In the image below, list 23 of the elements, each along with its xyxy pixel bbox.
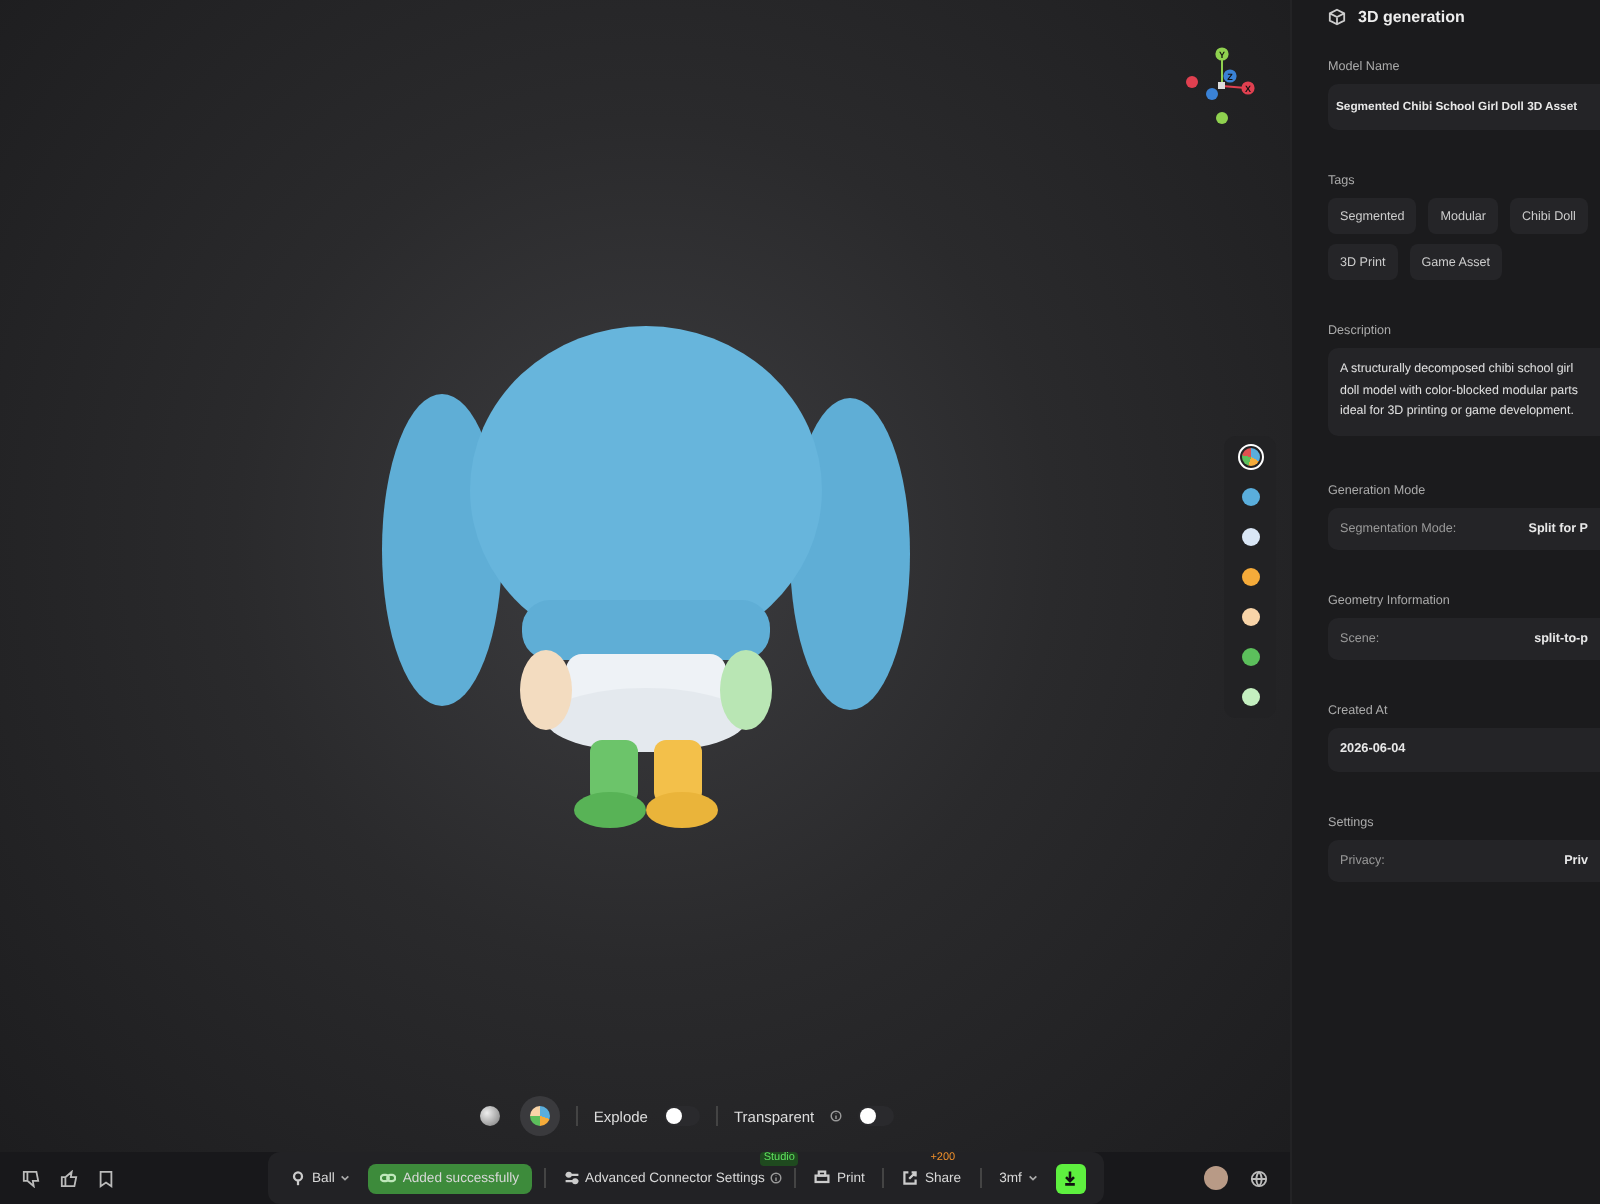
- color-swatch[interactable]: [1241, 688, 1259, 706]
- avatar-circle[interactable]: [1204, 1166, 1228, 1190]
- panel-title: 3D generation: [1358, 7, 1465, 25]
- share-icon: [902, 1170, 919, 1186]
- caret-icon: [340, 1174, 351, 1182]
- cube-icon: [1328, 7, 1346, 25]
- color-swatch[interactable]: [1241, 648, 1259, 666]
- sliders-icon: [563, 1170, 580, 1186]
- multicolor-swatch[interactable]: [1241, 448, 1259, 466]
- color-swatch[interactable]: [1241, 608, 1259, 626]
- download-icon: [1062, 1170, 1079, 1186]
- link-icon: [380, 1170, 397, 1186]
- pin-icon: [290, 1170, 306, 1186]
- caret-icon: [1027, 1174, 1038, 1182]
- color-material-button[interactable]: [519, 1096, 560, 1136]
- toggle-switch[interactable]: [858, 1106, 895, 1126]
- info-icon: [770, 1172, 783, 1184]
- toggle-switch[interactable]: [663, 1106, 700, 1126]
- color-swatch[interactable]: [1241, 488, 1259, 506]
- color-swatch[interactable]: [1241, 528, 1259, 546]
- printer-icon: [814, 1170, 831, 1186]
- download-button[interactable]: [1055, 1163, 1086, 1193]
- color-swatch[interactable]: [1241, 568, 1259, 586]
